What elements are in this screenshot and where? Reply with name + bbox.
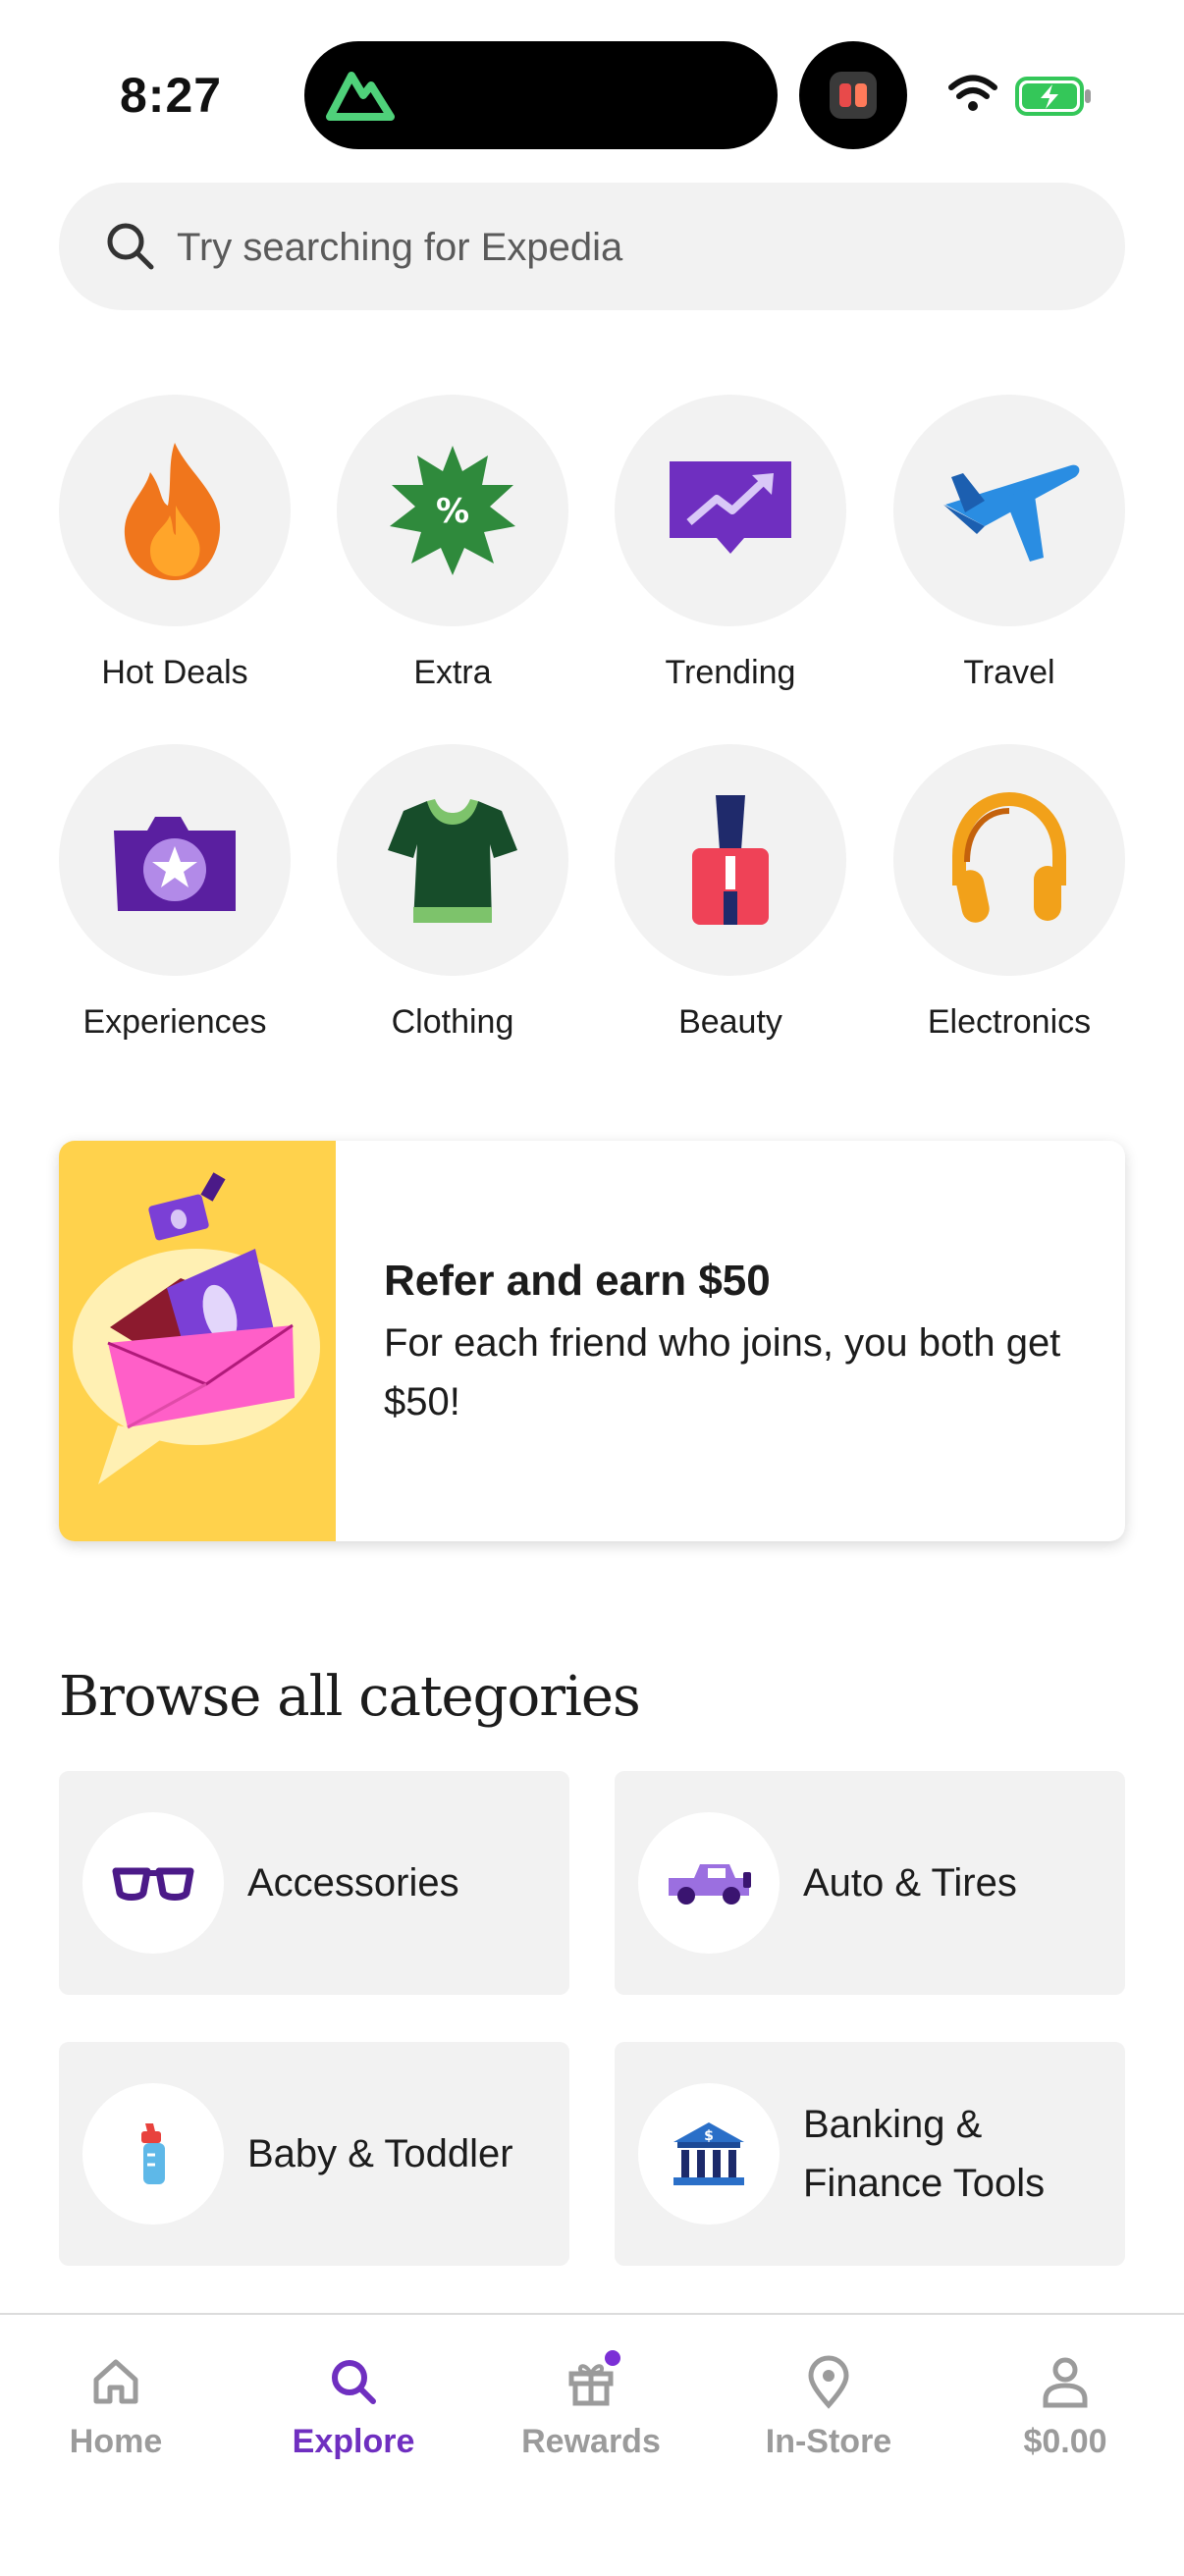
category-label: Extra — [413, 654, 492, 691]
category-label: Clothing — [391, 1003, 514, 1041]
tshirt-icon — [388, 799, 517, 923]
tile-label: Baby & Toddler — [247, 2132, 513, 2175]
search-icon — [107, 223, 154, 270]
tile-accessories[interactable]: Accessories — [59, 1771, 569, 1995]
tile-banking-finance[interactable]: $ Banking & Finance Tools — [615, 2042, 1125, 2266]
svg-text:$: $ — [704, 2128, 714, 2144]
category-label: Hot Deals — [101, 654, 248, 691]
category-label: Travel — [963, 654, 1055, 691]
trending-chart-icon — [670, 461, 791, 554]
category-label: Experiences — [82, 1003, 267, 1041]
category-trending[interactable]: Trending — [615, 395, 846, 692]
tile-baby-toddler[interactable]: Baby & Toddler — [59, 2042, 569, 2266]
nav-label: Home — [69, 2423, 163, 2460]
nav-label: $0.00 — [1023, 2423, 1107, 2460]
search-placeholder: Try searching for Expedia — [177, 226, 623, 269]
search-icon — [332, 2360, 376, 2404]
envelope-money-icon — [73, 1172, 320, 1484]
car-icon — [669, 1864, 751, 1905]
bottom-nav: Home Explore Rewards In-Store $0.00 — [0, 2313, 1184, 2576]
category-label: Trending — [665, 654, 796, 691]
tile-label: Accessories — [247, 1861, 459, 1905]
category-clothing[interactable]: Clothing — [337, 744, 568, 1042]
category-experiences[interactable]: Experiences — [59, 744, 291, 1042]
location-pin-icon — [808, 2355, 849, 2409]
flame-icon — [124, 443, 221, 580]
category-electronics[interactable]: Electronics — [893, 744, 1125, 1042]
dynamic-island — [304, 41, 778, 149]
category-label: Beauty — [678, 1003, 782, 1041]
category-extra[interactable]: % Extra — [337, 395, 568, 692]
tile-auto-tires[interactable]: Auto & Tires — [615, 1771, 1125, 1995]
glasses-icon — [112, 1867, 194, 1901]
refer-illustration — [59, 1141, 336, 1541]
nav-label: Rewards — [521, 2423, 661, 2460]
category-hot-deals[interactable]: Hot Deals — [59, 395, 291, 692]
bank-icon: $ — [673, 2122, 744, 2185]
live-activity-icon — [830, 72, 877, 119]
baby-bottle-icon — [141, 2123, 165, 2184]
category-beauty[interactable]: Beauty — [615, 744, 846, 1042]
nav-label: Explore — [292, 2423, 415, 2460]
category-travel[interactable]: Travel — [893, 395, 1125, 692]
airplane-icon — [943, 464, 1080, 562]
search-bar[interactable]: Try searching for Expedia — [59, 183, 1125, 310]
refer-body: For each friend who joins, you both get … — [384, 1321, 1061, 1423]
svg-text:%: % — [436, 492, 469, 531]
percent-badge-icon: % — [390, 446, 515, 575]
home-icon — [93, 2359, 138, 2404]
nav-account[interactable]: $0.00 — [947, 2354, 1183, 2461]
camera-island — [799, 41, 907, 149]
person-icon — [1043, 2357, 1088, 2408]
browse-title: Browse all categories — [59, 1665, 641, 1729]
status-time: 8:27 — [120, 68, 223, 123]
nav-explore[interactable]: Explore — [236, 2354, 471, 2461]
nav-home[interactable]: Home — [0, 2354, 234, 2461]
nail-polish-icon — [692, 795, 769, 925]
nav-rewards[interactable]: Rewards — [473, 2350, 709, 2461]
headphones-icon — [952, 791, 1066, 923]
nav-label: In-Store — [765, 2423, 892, 2460]
battery-charging-icon — [1015, 77, 1091, 116]
wifi-icon — [948, 75, 997, 111]
refer-title: Refer and earn $50 — [384, 1257, 771, 1305]
category-label: Electronics — [927, 1003, 1092, 1041]
rewards-badge-dot — [605, 2350, 620, 2366]
refer-card[interactable]: Refer and earn $50 For each friend who j… — [59, 1141, 1125, 1541]
alltrails-app-icon — [326, 72, 395, 121]
tile-label: Banking & Finance Tools — [803, 2103, 1046, 2205]
nav-in-store[interactable]: In-Store — [711, 2354, 946, 2461]
camera-star-icon — [114, 817, 236, 911]
tile-label: Auto & Tires — [803, 1861, 1017, 1905]
